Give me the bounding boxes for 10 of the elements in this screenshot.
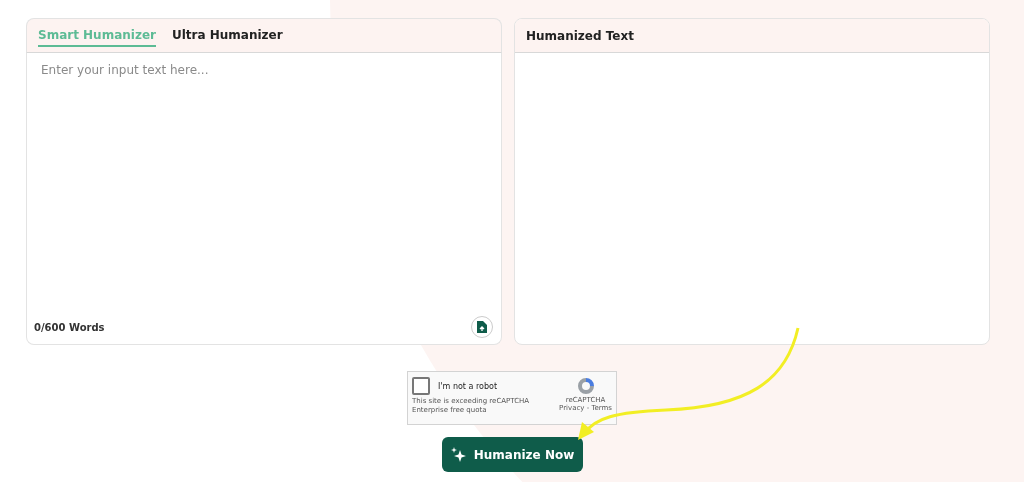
word-count: 0/600 Words: [34, 321, 105, 333]
panel-title: Humanized Text: [526, 28, 634, 43]
file-upload-icon: [476, 320, 488, 334]
recaptcha-logo-icon: [575, 376, 596, 396]
mode-tab[interactable]: Ultra Humanizer: [171, 24, 283, 47]
upload-button[interactable]: [471, 316, 493, 338]
captcha-label: I'm not a robot: [438, 381, 498, 391]
humanize-button[interactable]: Humanize Now: [441, 437, 583, 472]
input-field[interactable]: Enter your input text here...: [26, 53, 502, 316]
captcha-checkbox[interactable]: [412, 377, 430, 395]
